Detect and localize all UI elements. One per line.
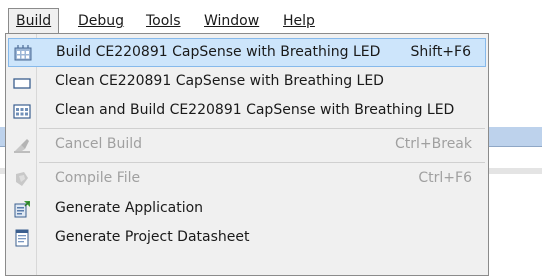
clean-build-icon bbox=[13, 104, 31, 119]
menu-item-cancel-build: Cancel Build Ctrl+Break bbox=[8, 131, 486, 160]
menu-separator bbox=[39, 128, 485, 129]
menu-item-label: Clean and Build CE220891 CapSense with B… bbox=[55, 102, 455, 118]
menu-build-label: Build bbox=[16, 13, 52, 29]
menu-item-label: Generate Application bbox=[55, 200, 204, 216]
menu-item-label: Build CE220891 CapSense with Breathing L… bbox=[56, 44, 381, 60]
menu-item-generate-project-datasheet[interactable]: Generate Project Datasheet bbox=[8, 224, 486, 253]
menu-window-label: Window bbox=[204, 13, 260, 29]
menu-item-clean[interactable]: Clean CE220891 CapSense with Breathing L… bbox=[8, 68, 486, 97]
menu-item-label: Clean CE220891 CapSense with Breathing L… bbox=[55, 73, 384, 89]
menu-debug-label: Debug bbox=[78, 13, 125, 29]
menu-item-label: Cancel Build bbox=[55, 136, 143, 152]
menu-debug[interactable]: Debug bbox=[71, 8, 131, 34]
menu-build[interactable]: Build bbox=[8, 8, 60, 34]
datasheet-icon bbox=[15, 229, 29, 247]
menu-tools[interactable]: Tools bbox=[139, 8, 188, 34]
clean-icon bbox=[13, 78, 31, 89]
compile-file-icon bbox=[16, 172, 28, 186]
menu-item-shortcut: Shift+F6 bbox=[410, 44, 471, 60]
menu-separator bbox=[39, 162, 485, 163]
cancel-build-icon bbox=[14, 139, 30, 153]
menu-item-shortcut: Ctrl+F6 bbox=[418, 170, 472, 186]
menu-item-generate-application[interactable]: Generate Application bbox=[8, 195, 486, 224]
menu-bar: Build Debug Tools Window Help bbox=[0, 0, 542, 34]
menu-item-build[interactable]: Build CE220891 CapSense with Breathing L… bbox=[8, 38, 486, 67]
menu-item-clean-and-build[interactable]: Clean and Build CE220891 CapSense with B… bbox=[8, 97, 486, 126]
menu-item-label: Generate Project Datasheet bbox=[55, 229, 250, 245]
menu-tools-label: Tools bbox=[146, 13, 181, 29]
menu-item-compile-file: Compile File Ctrl+F6 bbox=[8, 165, 486, 194]
build-icon bbox=[14, 45, 32, 61]
menu-help-label: Help bbox=[283, 13, 315, 29]
menu-help[interactable]: Help bbox=[276, 8, 322, 34]
generate-application-icon bbox=[14, 201, 30, 218]
menu-window[interactable]: Window bbox=[197, 8, 266, 34]
build-menu-dropdown: Build CE220891 CapSense with Breathing L… bbox=[5, 33, 489, 276]
menu-item-shortcut: Ctrl+Break bbox=[395, 136, 472, 152]
menu-item-label: Compile File bbox=[55, 170, 141, 186]
